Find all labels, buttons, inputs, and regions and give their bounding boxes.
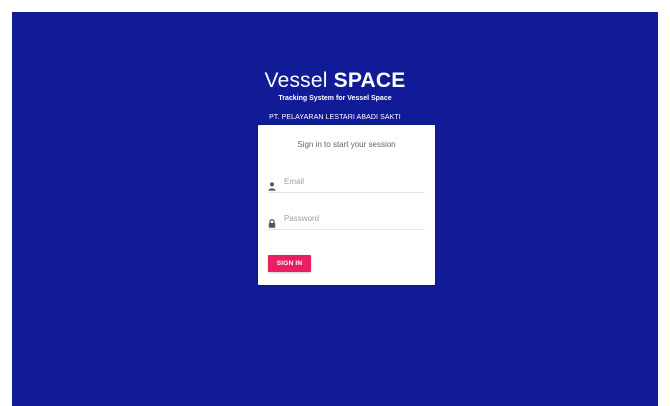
sign-in-button[interactable]: SIGN IN <box>268 255 311 272</box>
email-field-group <box>268 172 425 193</box>
password-input[interactable] <box>284 210 420 226</box>
app-title-vessel: Vessel <box>264 69 328 92</box>
password-field-group <box>268 209 425 230</box>
lock-icon <box>268 215 276 228</box>
login-message: Sign in to start your session <box>297 140 396 149</box>
brand-header: Vessel SPACE Tracking System for Vessel … <box>12 69 658 123</box>
app-subtitle: Tracking System for Vessel Space <box>278 95 392 102</box>
email-input[interactable] <box>284 173 420 189</box>
app-title: Vessel SPACE <box>12 69 658 93</box>
company-name: PT. PELAYARAN LESTARI ABADI SAKTI <box>269 114 401 121</box>
login-page-background: Vessel SPACE Tracking System for Vessel … <box>12 12 658 406</box>
login-card: Sign in to start your session SIGN IN <box>258 125 435 285</box>
app-title-space: SPACE <box>333 69 406 92</box>
person-icon <box>268 178 276 191</box>
